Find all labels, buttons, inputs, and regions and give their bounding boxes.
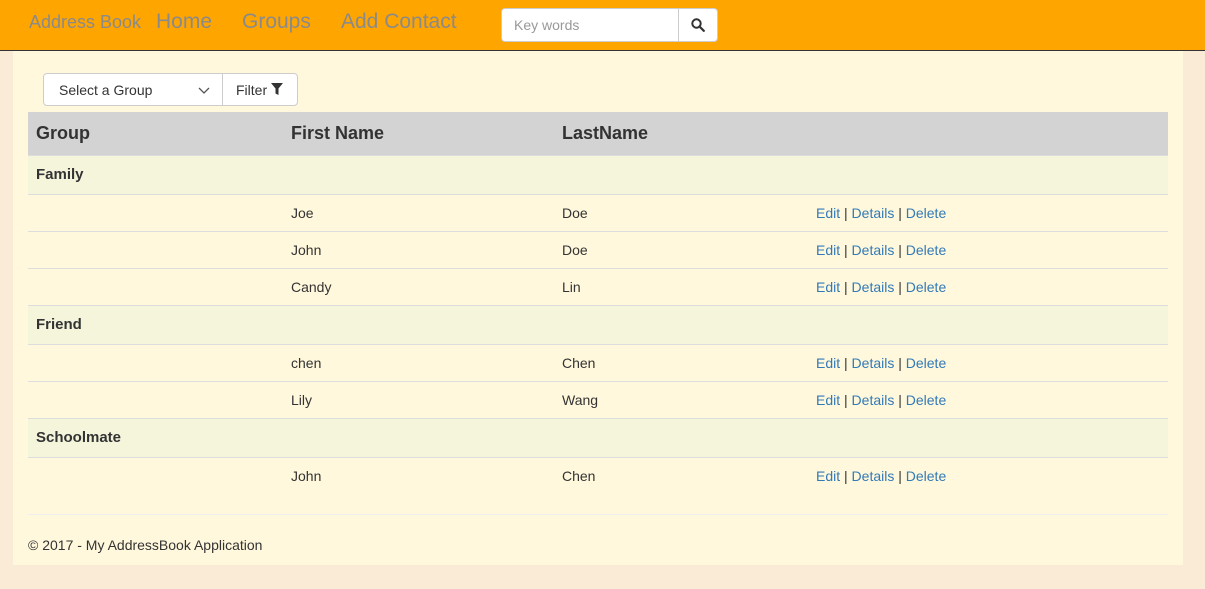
group-cell	[28, 193, 283, 231]
delete-link[interactable]: Delete	[906, 205, 946, 221]
actions-cell: Edit | Details | Delete	[808, 267, 1168, 305]
action-separator: |	[840, 391, 852, 408]
first-name-cell: John	[283, 456, 554, 494]
action-separator: |	[894, 278, 906, 295]
edit-link[interactable]: Edit	[816, 279, 840, 295]
header-group: Group	[28, 112, 283, 155]
first-name-cell: John	[283, 230, 554, 268]
details-link[interactable]: Details	[852, 279, 895, 295]
filter-button[interactable]: Filter	[222, 73, 298, 106]
footer-divider	[28, 514, 1168, 515]
delete-link[interactable]: Delete	[906, 242, 946, 258]
last-name-cell: Wang	[554, 380, 808, 418]
last-name-cell: Doe	[554, 230, 808, 268]
details-link[interactable]: Details	[852, 468, 895, 484]
filter-icon	[271, 83, 284, 95]
group-cell	[28, 343, 283, 381]
delete-link[interactable]: Delete	[906, 279, 946, 295]
footer-text: © 2017 - My AddressBook Application	[28, 537, 263, 553]
header-actions	[808, 112, 1168, 155]
edit-link[interactable]: Edit	[816, 205, 840, 221]
details-link[interactable]: Details	[852, 242, 895, 258]
nav-add-contact-link[interactable]: Add Contact	[341, 10, 457, 34]
group-name: Family	[28, 154, 1168, 194]
table-row: Candy Lin Edit | Details | Delete	[28, 267, 1168, 305]
action-separator: |	[840, 354, 852, 371]
first-name-cell: chen	[283, 343, 554, 381]
action-separator: |	[894, 354, 906, 371]
main-container: Select a Group Filter Group First Name L…	[13, 51, 1183, 565]
group-select[interactable]: Select a Group	[43, 73, 223, 106]
edit-link[interactable]: Edit	[816, 242, 840, 258]
last-name-cell: Lin	[554, 267, 808, 305]
edit-link[interactable]: Edit	[816, 355, 840, 371]
action-separator: |	[840, 204, 852, 221]
chevron-down-icon	[198, 87, 210, 94]
actions-cell: Edit | Details | Delete	[808, 193, 1168, 231]
table-row: Lily Wang Edit | Details | Delete	[28, 380, 1168, 418]
edit-link[interactable]: Edit	[816, 468, 840, 484]
group-row: Family	[28, 154, 1168, 194]
group-name: Schoolmate	[28, 417, 1168, 457]
nav-home-link[interactable]: Home	[156, 10, 212, 34]
delete-link[interactable]: Delete	[906, 392, 946, 408]
last-name-cell: Doe	[554, 193, 808, 231]
group-select-label: Select a Group	[59, 82, 153, 98]
action-separator: |	[894, 467, 906, 484]
group-row: Friend	[28, 304, 1168, 344]
table-row: John Chen Edit | Details | Delete	[28, 456, 1168, 494]
brand-link[interactable]: Address Book	[29, 12, 141, 33]
edit-link[interactable]: Edit	[816, 392, 840, 408]
header-last-name: LastName	[554, 112, 808, 155]
details-link[interactable]: Details	[852, 355, 895, 371]
table-row: Joe Doe Edit | Details | Delete	[28, 193, 1168, 231]
action-separator: |	[894, 391, 906, 408]
first-name-cell: Lily	[283, 380, 554, 418]
details-link[interactable]: Details	[852, 205, 895, 221]
actions-cell: Edit | Details | Delete	[808, 343, 1168, 381]
search-button[interactable]	[678, 8, 718, 42]
group-name: Friend	[28, 304, 1168, 344]
table-row: chen Chen Edit | Details | Delete	[28, 343, 1168, 381]
group-cell	[28, 456, 283, 494]
table-row: John Doe Edit | Details | Delete	[28, 230, 1168, 268]
delete-link[interactable]: Delete	[906, 468, 946, 484]
group-cell	[28, 380, 283, 418]
actions-cell: Edit | Details | Delete	[808, 456, 1168, 494]
last-name-cell: Chen	[554, 456, 808, 494]
search-input[interactable]	[501, 8, 679, 42]
action-separator: |	[840, 467, 852, 484]
navbar: Address Book Home Groups Add Contact	[0, 0, 1205, 51]
action-separator: |	[894, 241, 906, 258]
header-first-name: First Name	[283, 112, 554, 155]
group-cell	[28, 230, 283, 268]
first-name-cell: Joe	[283, 193, 554, 231]
delete-link[interactable]: Delete	[906, 355, 946, 371]
group-cell	[28, 267, 283, 305]
nav-groups-link[interactable]: Groups	[242, 10, 311, 34]
actions-cell: Edit | Details | Delete	[808, 380, 1168, 418]
table-header-row: Group First Name LastName	[28, 112, 1168, 155]
actions-cell: Edit | Details | Delete	[808, 230, 1168, 268]
filter-label: Filter	[236, 81, 268, 98]
first-name-cell: Candy	[283, 267, 554, 305]
details-link[interactable]: Details	[852, 392, 895, 408]
contacts-table: Group First Name LastName Family Joe Doe Ed…	[28, 112, 1168, 494]
last-name-cell: Chen	[554, 343, 808, 381]
action-separator: |	[840, 278, 852, 295]
action-separator: |	[894, 204, 906, 221]
search-icon	[691, 18, 705, 32]
action-separator: |	[840, 241, 852, 258]
group-row: Schoolmate	[28, 417, 1168, 457]
